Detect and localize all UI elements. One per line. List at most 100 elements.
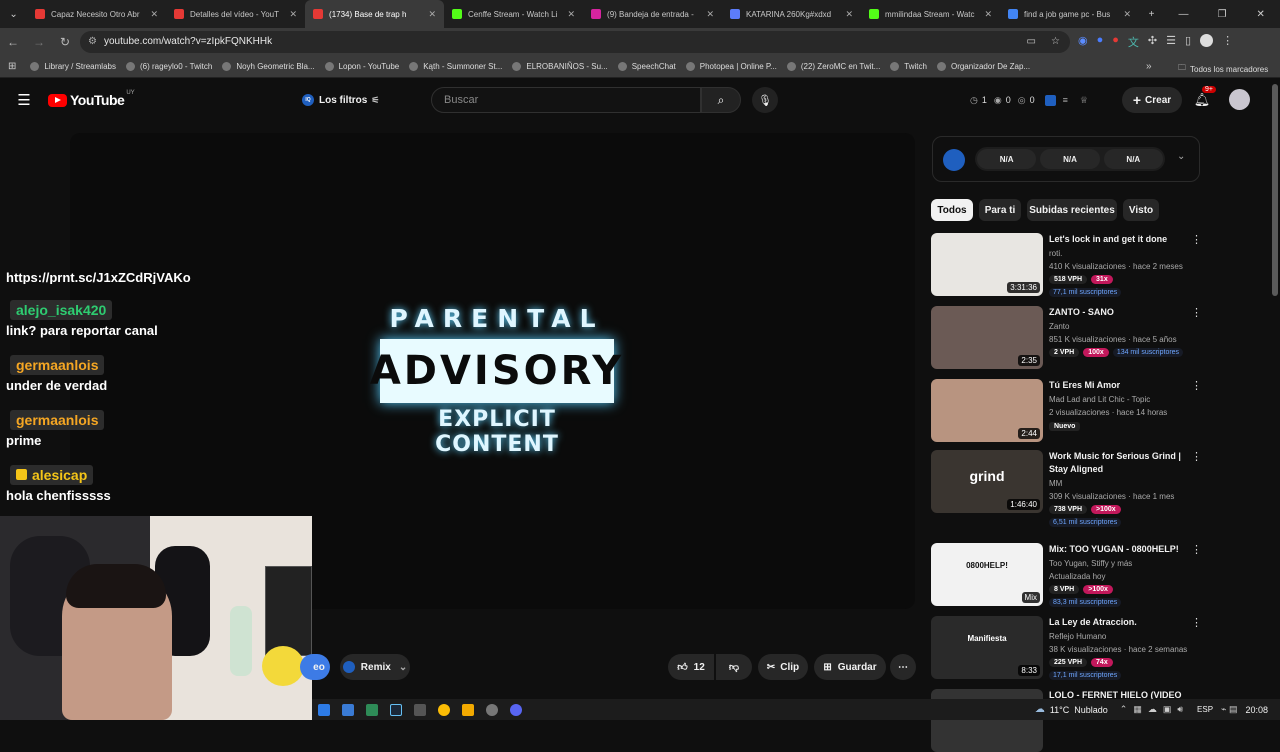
chip-recent[interactable]: Subidas recientes bbox=[1027, 199, 1117, 221]
tab-close-icon[interactable]: ✕ bbox=[428, 9, 436, 20]
browser-tab[interactable]: KATARINA 260Kg#xdxd ✕ bbox=[722, 0, 861, 28]
new-tab-button[interactable]: + bbox=[1139, 9, 1164, 20]
video-thumbnail[interactable]: 2:35 bbox=[931, 306, 1043, 369]
more-options-icon[interactable]: ⋮ bbox=[1191, 616, 1202, 629]
tab-close-icon[interactable]: ✕ bbox=[706, 9, 714, 20]
tab-close-icon[interactable]: ✕ bbox=[150, 9, 158, 20]
more-bookmarks-icon[interactable]: » bbox=[1146, 61, 1152, 72]
search-input[interactable]: Buscar bbox=[431, 87, 701, 113]
extension-icon-3[interactable]: ● bbox=[1112, 34, 1119, 50]
address-bar[interactable]: ⚙ youtube.com/watch?v=zIpkFQNKHHk ▭ ☆ bbox=[80, 31, 1070, 53]
channel-name[interactable]: MM bbox=[1049, 479, 1062, 488]
all-bookmarks-folder[interactable]: 🗀 Todos los marcadores bbox=[1178, 62, 1268, 76]
video-thumbnail[interactable]: 2:44 bbox=[931, 379, 1043, 442]
language-indicator[interactable]: ESP bbox=[1197, 705, 1213, 714]
save-button[interactable]: ⊞ Guardar bbox=[814, 654, 886, 680]
weather-icon[interactable]: ☁ bbox=[1035, 704, 1045, 715]
channel-name[interactable]: Reflejo Humano bbox=[1049, 632, 1106, 641]
browser-tab[interactable]: Detalles del vídeo - YouT ✕ bbox=[166, 0, 305, 28]
taskbar-app-icon-5[interactable] bbox=[414, 703, 426, 716]
video-thumbnail[interactable]: 0800HELP! Mix bbox=[931, 543, 1043, 606]
menu-list-icon[interactable]: ☰ bbox=[1166, 34, 1176, 50]
profile-avatar[interactable] bbox=[1200, 34, 1214, 47]
browser-tab[interactable]: find a job game pc - Bus ✕ bbox=[1000, 0, 1139, 28]
video-thumbnail[interactable]: grind 1:46:40 bbox=[931, 450, 1043, 513]
chrome-menu-icon[interactable]: ⋮ bbox=[1222, 34, 1233, 50]
bookmark-item[interactable]: Library / Streamlabs bbox=[30, 62, 116, 71]
channel-name[interactable]: Zanto bbox=[1049, 322, 1069, 331]
video-title[interactable]: Let's lock in and get it done bbox=[1049, 233, 1189, 246]
tab-close-icon[interactable]: ✕ bbox=[289, 9, 297, 20]
video-title[interactable]: La Ley de Atraccion. bbox=[1049, 616, 1189, 629]
na-chip-1[interactable]: N/A bbox=[977, 149, 1037, 169]
panel-chevron-icon[interactable]: ⌄ bbox=[1177, 151, 1185, 162]
chip-for-you[interactable]: Para ti bbox=[979, 199, 1021, 221]
minimize-button[interactable]: — bbox=[1164, 9, 1203, 20]
apps-grid-icon[interactable]: ⊞ bbox=[8, 61, 16, 72]
taskbar-app-icon-8[interactable] bbox=[486, 703, 498, 716]
tab-close-icon[interactable]: ✕ bbox=[984, 9, 992, 20]
more-options-icon[interactable]: ⋮ bbox=[1191, 233, 1202, 246]
like-button[interactable]: 👍︎ 12 bbox=[668, 654, 714, 680]
reload-icon[interactable]: ↻ bbox=[52, 35, 78, 49]
bookmark-item[interactable]: Noyh Geometric Bla... bbox=[222, 62, 315, 71]
close-window-button[interactable]: ✕ bbox=[1241, 9, 1280, 20]
tray-icons-2[interactable]: ⌁ ▤ bbox=[1221, 704, 1237, 715]
taskbar-app-icon-9[interactable] bbox=[510, 703, 522, 716]
notifications-button[interactable]: 🔔︎ 9+ bbox=[1192, 86, 1216, 110]
taskbar-app-icon-1[interactable] bbox=[318, 703, 330, 716]
bookmark-item[interactable]: Kąth - Summoner St... bbox=[409, 62, 502, 71]
tab-close-icon[interactable]: ✕ bbox=[1123, 9, 1131, 20]
channel-name[interactable]: Mad Lad and Lit Chic - Topic bbox=[1049, 395, 1150, 404]
channel-name[interactable]: roti. bbox=[1049, 249, 1062, 258]
na-chip-3[interactable]: N/A bbox=[1103, 149, 1163, 169]
taskbar-app-icon-3[interactable] bbox=[366, 703, 378, 716]
bookmark-item[interactable]: Twitch bbox=[890, 62, 927, 71]
search-button[interactable]: ⌕ bbox=[701, 87, 741, 113]
video-title[interactable]: ZANTO - SANO bbox=[1049, 306, 1189, 319]
bookmark-item[interactable]: (6) rageylo0 - Twitch bbox=[125, 62, 212, 71]
account-avatar[interactable] bbox=[1229, 89, 1250, 110]
dislike-button[interactable]: 👎︎ bbox=[716, 654, 752, 680]
remix-button[interactable]: Remix ⌄ bbox=[340, 654, 410, 680]
taskbar-app-icon-7[interactable] bbox=[462, 703, 474, 716]
na-chip-2[interactable]: N/A bbox=[1040, 149, 1100, 169]
browser-tab[interactable]: mmilindaa Stream - Watc ✕ bbox=[861, 0, 1000, 28]
chip-watched[interactable]: Visto bbox=[1123, 199, 1159, 221]
hamburger-menu-icon[interactable]: ☰ bbox=[14, 90, 34, 110]
stats-widget[interactable]: ◷ 1 ◉ 0 ◎ 0 ≡ ♕ bbox=[970, 91, 1088, 109]
more-actions-button[interactable]: ⋯ bbox=[890, 654, 916, 680]
side-panel-icon[interactable]: ▯ bbox=[1185, 34, 1191, 50]
extensions-puzzle-icon[interactable]: ✣ bbox=[1148, 34, 1157, 50]
translate-icon[interactable]: 文 bbox=[1128, 34, 1139, 50]
tab-close-icon[interactable]: ✕ bbox=[567, 9, 575, 20]
extension-icon-2[interactable]: ● bbox=[1097, 34, 1104, 50]
bookmark-item[interactable]: ELROBANIÑOS - Su... bbox=[512, 62, 608, 71]
more-options-icon[interactable]: ⋮ bbox=[1191, 379, 1202, 392]
tray-icons[interactable]: ⌃▦☁▣🔊︎ bbox=[1120, 704, 1189, 715]
tab-close-icon[interactable]: ✕ bbox=[845, 9, 853, 20]
clock[interactable]: 20:08 bbox=[1245, 705, 1268, 715]
voice-search-button[interactable]: 🎙 bbox=[752, 87, 778, 113]
browser-tab[interactable]: (9) Bandeja de entrada - ✕ bbox=[583, 0, 722, 28]
browser-tab[interactable]: (1734) Base de trap h ✕ bbox=[305, 0, 445, 28]
create-button[interactable]: + Crear bbox=[1122, 87, 1182, 113]
cast-icon[interactable]: ▭ bbox=[1027, 31, 1036, 53]
bookmark-item[interactable]: (22) ZeroMC en Twit... bbox=[786, 62, 880, 71]
video-title[interactable]: Work Music for Serious Grind | Stay Alig… bbox=[1049, 450, 1189, 476]
video-title[interactable]: Mix: TOO YUGAN - 0800HELP! bbox=[1049, 543, 1189, 556]
cut-button[interactable]: eo bbox=[300, 654, 330, 680]
clip-button[interactable]: ✂ Clip bbox=[758, 654, 808, 680]
steam-icon[interactable] bbox=[390, 703, 402, 716]
more-options-icon[interactable]: ⋮ bbox=[1191, 306, 1202, 319]
back-icon[interactable]: ← bbox=[0, 35, 26, 49]
video-thumbnail[interactable]: 3:31:36 bbox=[931, 233, 1043, 296]
chip-all[interactable]: Todos bbox=[931, 199, 973, 221]
browser-tab[interactable]: Capaz Necesito Otro Abr ✕ bbox=[27, 0, 166, 28]
channel-name[interactable]: Too Yugan, Stiffy y más bbox=[1049, 559, 1132, 568]
youtube-logo[interactable]: YouTube UY bbox=[48, 90, 135, 110]
bookmark-item[interactable]: SpeechChat bbox=[617, 62, 676, 71]
browser-tab[interactable]: Cenffe Stream - Watch Li ✕ bbox=[444, 0, 583, 28]
video-title[interactable]: Tú Eres Mi Amor bbox=[1049, 379, 1189, 392]
more-options-icon[interactable]: ⋮ bbox=[1191, 450, 1202, 463]
